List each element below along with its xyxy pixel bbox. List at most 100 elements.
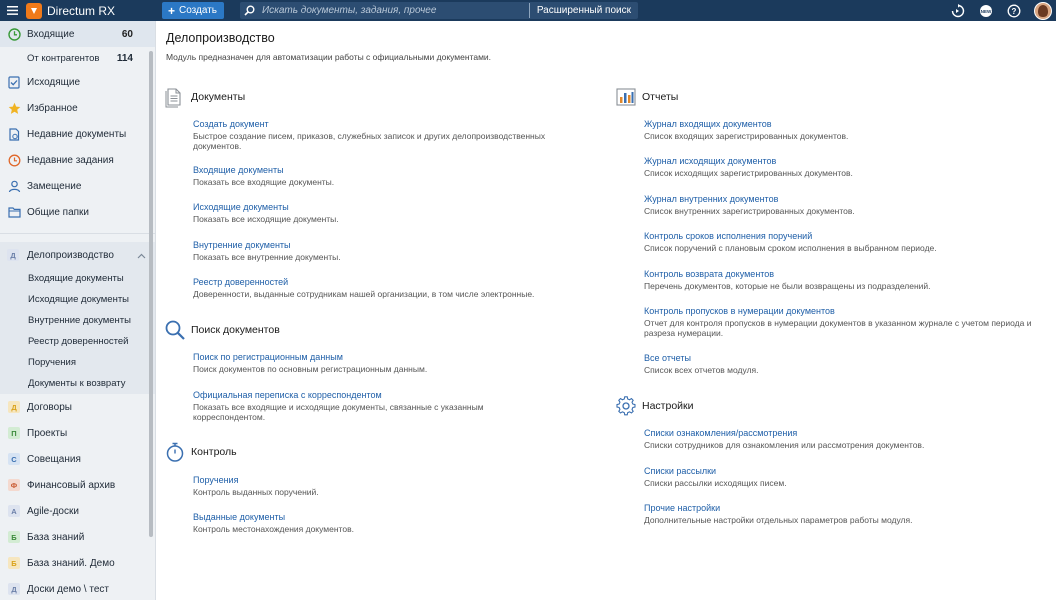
link-outgoing-documents[interactable]: Исходящие документы — [193, 201, 606, 214]
sidebar-module-item[interactable]: С Совещания — [0, 446, 155, 472]
list-item: Списки рассылки Списки рассылки исходящи… — [644, 465, 1047, 502]
search-icon[interactable] — [244, 5, 260, 16]
advanced-search-button[interactable]: Расширенный поиск — [530, 5, 638, 16]
module-letter-icon: Д — [8, 401, 20, 413]
sidebar-item-outbox[interactable]: Исходящие — [0, 69, 155, 95]
sidebar-group-records-management[interactable]: Д Делопроизводство — [0, 242, 155, 268]
sidebar-module-item[interactable]: А Agile-доски — [0, 498, 155, 524]
list-item: Контроль сроков исполнения поручений Спи… — [644, 230, 1047, 268]
sidebar-item-label: Замещение — [27, 180, 82, 192]
sidebar-subitem[interactable]: Исходящие документы — [0, 289, 155, 310]
link-description: Список входящих зарегистрированных докум… — [644, 131, 849, 141]
link-description: Показать все входящие документы. — [193, 177, 335, 187]
new-features-icon[interactable]: NEW — [978, 3, 994, 19]
module-letter-icon: Б — [8, 557, 20, 569]
sidebar-subitem[interactable]: Входящие документы — [0, 268, 155, 289]
sidebar-item-label: Входящие — [27, 28, 75, 40]
sidebar-subitem[interactable]: Внутренние документы — [0, 310, 155, 331]
chevron-up-icon[interactable] — [137, 251, 146, 262]
link-incoming-documents[interactable]: Входящие документы — [193, 164, 606, 177]
sidebar-module-item[interactable]: Д Доски демо \ тест — [0, 576, 155, 600]
sidebar-item-label: Исходящие — [27, 76, 81, 88]
help-icon[interactable]: ? — [1006, 3, 1022, 19]
svg-text:NEW: NEW — [981, 8, 992, 13]
sync-icon[interactable] — [950, 3, 966, 19]
section-title: Документы — [191, 91, 246, 103]
sidebar-module-label: Доски демо \ тест — [27, 583, 109, 595]
link-correspondence[interactable]: Официальная переписка с корреспондентом — [193, 389, 606, 402]
directum-logo-icon[interactable] — [26, 2, 42, 19]
sidebar-item-from-counterparties[interactable]: От контрагентов 114 — [0, 47, 155, 69]
link-search-by-registration[interactable]: Поиск по регистрационным данным — [193, 351, 606, 364]
list-item: Поиск по регистрационным данным Поиск до… — [193, 351, 606, 389]
link-description: Быстрое создание писем, приказов, служеб… — [193, 131, 546, 151]
link-numbering-gaps[interactable]: Контроль пропусков в нумерации документо… — [644, 305, 1047, 318]
link-power-of-attorney-registry[interactable]: Реестр доверенностей — [193, 276, 606, 289]
link-mailing-lists[interactable]: Списки рассылки — [644, 465, 1047, 478]
link-description: Списки рассылки исходящих писем. — [644, 478, 787, 488]
list-item: Журнал входящих документов Список входящ… — [644, 118, 1047, 155]
menu-icon[interactable] — [0, 0, 24, 21]
link-all-reports[interactable]: Все отчеты — [644, 352, 1047, 365]
star-icon — [7, 101, 21, 115]
sidebar-item-label: От контрагентов — [27, 52, 100, 64]
link-description: Список внутренних зарегистрированных док… — [644, 206, 855, 216]
link-create-document[interactable]: Создать документ — [193, 118, 606, 131]
sidebar-subitem[interactable]: Реестр доверенностей — [0, 331, 155, 352]
sidebar-module-list: Д Договоры П Проекты С Совещания Ф Финансовый а… — [0, 394, 155, 600]
link-internal-journal[interactable]: Журнал внутренних документов — [644, 193, 1047, 206]
link-incoming-journal[interactable]: Журнал входящих документов — [644, 118, 1047, 131]
sidebar-module-label: Совещания — [27, 453, 81, 465]
app-title[interactable]: Directum RX — [47, 4, 157, 18]
link-return-control[interactable]: Контроль возврата документов — [644, 268, 1047, 281]
list-item: Журнал внутренних документов Список внут… — [644, 193, 1047, 230]
link-assignments[interactable]: Поручения — [193, 474, 606, 487]
section-settings: Настройки Списки ознакомления/рассмотрен… — [616, 396, 1047, 530]
module-letter-icon: П — [8, 427, 20, 439]
sidebar-scrollbar[interactable] — [149, 51, 153, 537]
page-title: Делопроизводство — [166, 31, 275, 45]
link-description: Показать все входящие и исходящие докуме… — [193, 402, 484, 422]
list-item: Поручения Контроль выданных поручений. — [193, 474, 606, 511]
svg-text:?: ? — [1012, 7, 1017, 16]
create-button-label: Создать — [179, 5, 218, 16]
sidebar-item-recent-tasks[interactable]: Недавние задания — [0, 147, 155, 173]
sidebar-item-shared-folders[interactable]: Общие папки — [0, 199, 155, 225]
sidebar-module-item[interactable]: Ф Финансовый архив — [0, 472, 155, 498]
search-bar[interactable]: Искать документы, задания, прочее Расшир… — [240, 2, 638, 19]
sidebar-item-substitution[interactable]: Замещение — [0, 173, 155, 199]
list-item: Реестр доверенностей Доверенности, выдан… — [193, 276, 606, 304]
main-content: Делопроизводство Модуль предназначен для… — [157, 21, 1056, 600]
sidebar-subitem[interactable]: Поручения — [0, 352, 155, 373]
section-document-search: Поиск документов Поиск по регистрационны… — [165, 320, 606, 429]
link-outgoing-journal[interactable]: Журнал исходящих документов — [644, 155, 1047, 168]
link-issued-documents[interactable]: Выданные документы — [193, 511, 606, 524]
search-input[interactable]: Искать документы, задания, прочее — [262, 5, 529, 16]
sidebar-subitem-label: Внутренние документы — [28, 315, 131, 326]
link-internal-documents[interactable]: Внутренние документы — [193, 239, 606, 252]
list-item: Прочие настройки Дополнительные настройк… — [644, 502, 1047, 530]
sidebar-subitem[interactable]: Документы к возврату — [0, 373, 155, 394]
sidebar-item-favorites[interactable]: Избранное — [0, 95, 155, 121]
section-title: Отчеты — [642, 91, 679, 103]
link-description: Контроль выданных поручений. — [193, 487, 319, 497]
sidebar-module-item[interactable]: Д Договоры — [0, 394, 155, 420]
user-avatar[interactable] — [1034, 1, 1052, 20]
link-description: Поиск документов по основным регистрацио… — [193, 364, 428, 374]
section-title: Контроль — [191, 446, 237, 458]
sidebar-item-recent-documents[interactable]: Недавние документы — [0, 121, 155, 147]
link-review-lists[interactable]: Списки ознакомления/рассмотрения — [644, 427, 1047, 440]
sidebar-divider — [0, 233, 155, 234]
sidebar-item-inbox[interactable]: Входящие 60 — [0, 21, 155, 47]
documents-icon — [164, 86, 186, 108]
sidebar-item-label: Недавние задания — [27, 154, 114, 166]
sidebar-module-label: Agile-доски — [27, 505, 79, 517]
module-letter-icon: Д — [8, 583, 20, 595]
sidebar-module-item[interactable]: Б База знаний — [0, 524, 155, 550]
list-item: Входящие документы Показать все входящие… — [193, 164, 606, 201]
create-button[interactable]: + Создать — [162, 2, 224, 19]
link-deadline-control[interactable]: Контроль сроков исполнения поручений — [644, 230, 1047, 243]
link-other-settings[interactable]: Прочие настройки — [644, 502, 1047, 515]
sidebar-module-item[interactable]: Б База знаний. Демо — [0, 550, 155, 576]
sidebar-module-item[interactable]: П Проекты — [0, 420, 155, 446]
